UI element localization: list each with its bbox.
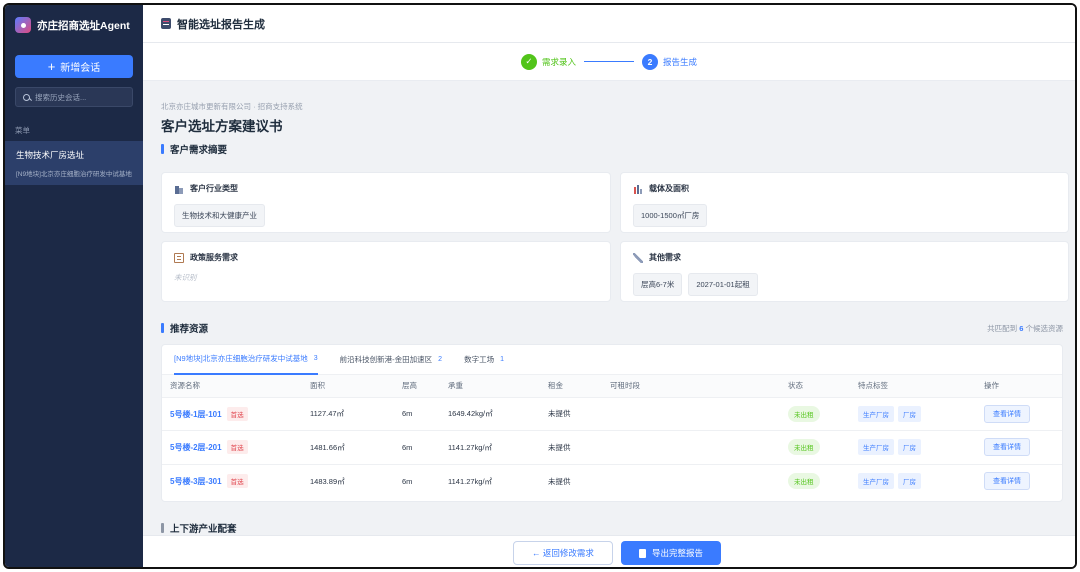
view-details-button[interactable]: 查看详情 <box>984 472 1030 490</box>
history-item-title: 生物技术厂房选址 <box>16 150 85 160</box>
feature-tag: 生产厂房 <box>858 473 894 489</box>
resource-table: 资源名称 面积 层高 承重 租金 可租时段 状态 特点标签 操作 5号楼-1层-… <box>162 375 1062 498</box>
status-badge: 未出租 <box>788 473 820 489</box>
supply-chain-heading: 上下游产业配套 <box>161 521 237 535</box>
brand-name: 亦庄招商选址Agent <box>37 19 130 32</box>
export-report-button[interactable]: 导出完整报告 <box>621 541 721 565</box>
step-connector <box>584 61 634 62</box>
industry-card: 客户行业类型 生物技术和大健康产业 <box>161 172 611 233</box>
status-badge: 未出租 <box>788 405 820 422</box>
step-report[interactable]: 2 报告生成 <box>642 53 698 70</box>
first-choice-badge: 首选 <box>226 406 248 421</box>
brand: 亦庄招商选址Agent <box>15 17 130 33</box>
match-count: 共匹配到 6 个候选资源 <box>987 324 1063 333</box>
table-row: 5号楼-1层-101 首选 1127.47㎡ 6m 1649.42kg/㎡ 未提供… <box>162 396 1062 431</box>
view-details-button[interactable]: 查看详情 <box>984 438 1030 457</box>
recommend-heading: 推荐资源 <box>161 321 208 335</box>
clipboard-icon <box>174 252 184 263</box>
history-search[interactable] <box>15 87 133 107</box>
summary-heading: 客户需求摘要 <box>161 142 227 156</box>
search-icon <box>23 93 30 101</box>
table-header: 资源名称 面积 层高 承重 租金 可租时段 状态 特点标签 操作 <box>162 375 1062 397</box>
app-window: 亦庄招商选址Agent + 新增会话 菜单 生物技术厂房选址 [N9地块]北京亦… <box>3 3 1077 569</box>
resource-table-card: [N9地块]北京亦庄细胞治疗研发中试基地 3 前沿科技创新港-金田加速区 2 数字工… <box>161 344 1063 502</box>
back-to-edit-button[interactable]: ← 返回修改需求 <box>513 541 613 565</box>
step-number: 2 <box>642 53 658 70</box>
history-item-subtitle: [N9地块]北京亦庄细胞治疗研发中试基地 <box>16 171 132 178</box>
brand-logo-icon <box>15 17 31 33</box>
other-card: 其他需求 层高6-7米 2027-01-01起租 <box>620 241 1069 302</box>
area-chip: 1000-1500㎡厂房 <box>633 204 708 227</box>
top-bar: 智能选址报告生成 <box>143 5 1075 43</box>
policy-card: 政策服务需求 未识别 <box>161 241 611 302</box>
history-search-input[interactable] <box>35 92 130 102</box>
footer-bar: ← 返回修改需求 导出完整报告 <box>143 535 1075 567</box>
resource-tabs: [N9地块]北京亦庄细胞治疗研发中试基地 3 前沿科技创新港-金田加速区 2 数字工… <box>162 345 1062 375</box>
menu-section-label: 菜单 <box>15 126 30 135</box>
view-details-button[interactable]: 查看详情 <box>984 404 1030 423</box>
plus-icon: + <box>47 59 56 74</box>
feature-tag: 厂房 <box>898 405 921 422</box>
feature-tag: 厂房 <box>898 439 921 456</box>
step-label: 报告生成 <box>663 56 698 67</box>
feature-tag: 生产厂房 <box>858 439 894 456</box>
breadcrumb: 北京亦庄城市更新有限公司 · 招商支持系统 <box>161 102 303 111</box>
resource-name-link[interactable]: 5号楼-2层-201 <box>170 443 222 452</box>
wrench-icon <box>633 252 643 263</box>
height-chip: 层高6-7米 <box>633 273 683 296</box>
feature-tag: 生产厂房 <box>858 405 894 422</box>
bar-chart-icon <box>633 183 643 194</box>
report-icon <box>161 18 171 29</box>
resource-name-link[interactable]: 5号楼-1层-101 <box>170 410 222 419</box>
lease-date-chip: 2027-01-01起租 <box>688 273 758 296</box>
first-choice-badge: 首选 <box>226 474 248 488</box>
tab-n9-base[interactable]: [N9地块]北京亦庄细胞治疗研发中试基地 3 <box>174 345 318 375</box>
progress-steps: ✓ 需求录入 2 报告生成 <box>143 43 1075 81</box>
tab-jintian[interactable]: 前沿科技创新港-金田加速区 2 <box>340 345 442 375</box>
table-row: 5号楼-3层-301 首选 1483.89㎡ 6m 1141.27kg/㎡ 未提供… <box>162 463 1062 498</box>
status-badge: 未出租 <box>788 439 820 456</box>
feature-tag: 厂房 <box>898 473 921 489</box>
building-icon <box>174 183 184 194</box>
resource-name-link[interactable]: 5号楼-3层-301 <box>170 477 222 486</box>
sidebar: 亦庄招商选址Agent + 新增会话 菜单 生物技术厂房选址 [N9地块]北京亦… <box>5 5 143 567</box>
step-requirements[interactable]: ✓ 需求录入 <box>520 53 576 70</box>
tab-digital-factory[interactable]: 数字工场 1 <box>464 345 504 375</box>
first-choice-badge: 首选 <box>226 440 248 455</box>
industry-chip: 生物技术和大健康产业 <box>174 204 265 227</box>
check-icon: ✓ <box>520 53 537 70</box>
area-card: 载体及面积 1000-1500㎡厂房 <box>620 172 1069 233</box>
new-chat-label: 新增会话 <box>60 63 101 74</box>
page-title: 智能选址报告生成 <box>177 18 265 31</box>
report-content: 北京亦庄城市更新有限公司 · 招商支持系统 客户选址方案建议书 客户需求摘要 客… <box>143 82 1075 535</box>
policy-empty: 未识别 <box>174 273 197 282</box>
history-item[interactable]: 生物技术厂房选址 [N9地块]北京亦庄细胞治疗研发中试基地 <box>5 141 143 185</box>
file-icon <box>638 548 646 558</box>
report-title: 客户选址方案建议书 <box>161 119 283 134</box>
new-chat-button[interactable]: + 新增会话 <box>15 55 133 78</box>
step-label: 需求录入 <box>541 56 576 67</box>
main-panel: 智能选址报告生成 ✓ 需求录入 2 报告生成 北京亦庄城市更新有限公司 · 招商… <box>143 5 1075 567</box>
table-row: 5号楼-2层-201 首选 1481.66㎡ 6m 1141.27kg/㎡ 未提供… <box>162 430 1062 464</box>
